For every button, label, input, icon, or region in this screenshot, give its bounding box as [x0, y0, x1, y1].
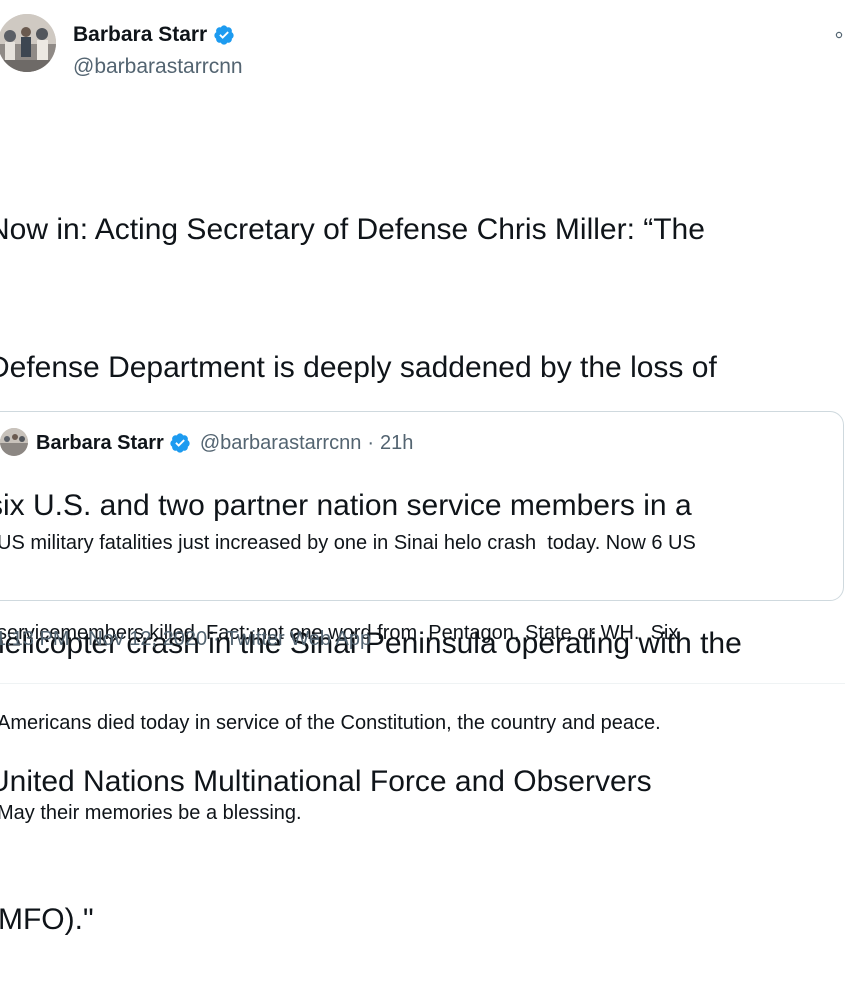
tweet-time-link[interactable]: 1:13 PM	[0, 628, 69, 650]
author-avatar[interactable]	[0, 14, 56, 72]
quoted-text-line: US military fatalities just increased by…	[0, 532, 696, 554]
tweet-text-line: Now in: Acting Secretary of Defense Chri…	[0, 213, 705, 246]
author-name[interactable]: Barbara Starr	[73, 22, 207, 48]
tweet-metadata: 1:13 PM · Nov 12, 2020 · Twitter Web App	[0, 626, 371, 652]
tweet-source-link[interactable]: Twitter Web App	[226, 628, 371, 650]
quoted-text-line: May their memories be a blessing.	[0, 802, 302, 824]
quoted-tweet-header: Barbara Starr @barbarastarrcnn · 21h	[36, 430, 413, 456]
tweet-text-line: Defense Department is deeply saddened by…	[0, 351, 717, 384]
author-handle[interactable]: @barbarastarrcnn	[73, 54, 243, 80]
separator-dot: ·	[75, 628, 83, 650]
quoted-author-avatar	[0, 428, 28, 456]
author-name-row[interactable]: Barbara Starr	[73, 22, 235, 48]
quoted-text-line: Americans died today in service of the C…	[0, 712, 661, 734]
quoted-author-handle: @barbarastarrcnn	[199, 432, 362, 454]
tweet-date-link[interactable]: Nov 12, 2020	[88, 628, 207, 650]
more-options-icon[interactable]	[835, 29, 843, 41]
verified-badge-icon	[169, 432, 191, 454]
separator-dot: ·	[213, 628, 220, 650]
tweet-text-line: (MFO)."	[0, 903, 94, 936]
quoted-author-name: Barbara Starr	[36, 432, 164, 454]
separator-dot: ·	[367, 432, 374, 454]
quoted-tweet-time: 21h	[380, 432, 414, 454]
quoted-tweet-text: US military fatalities just increased by…	[0, 468, 845, 858]
verified-badge-icon	[213, 24, 235, 46]
